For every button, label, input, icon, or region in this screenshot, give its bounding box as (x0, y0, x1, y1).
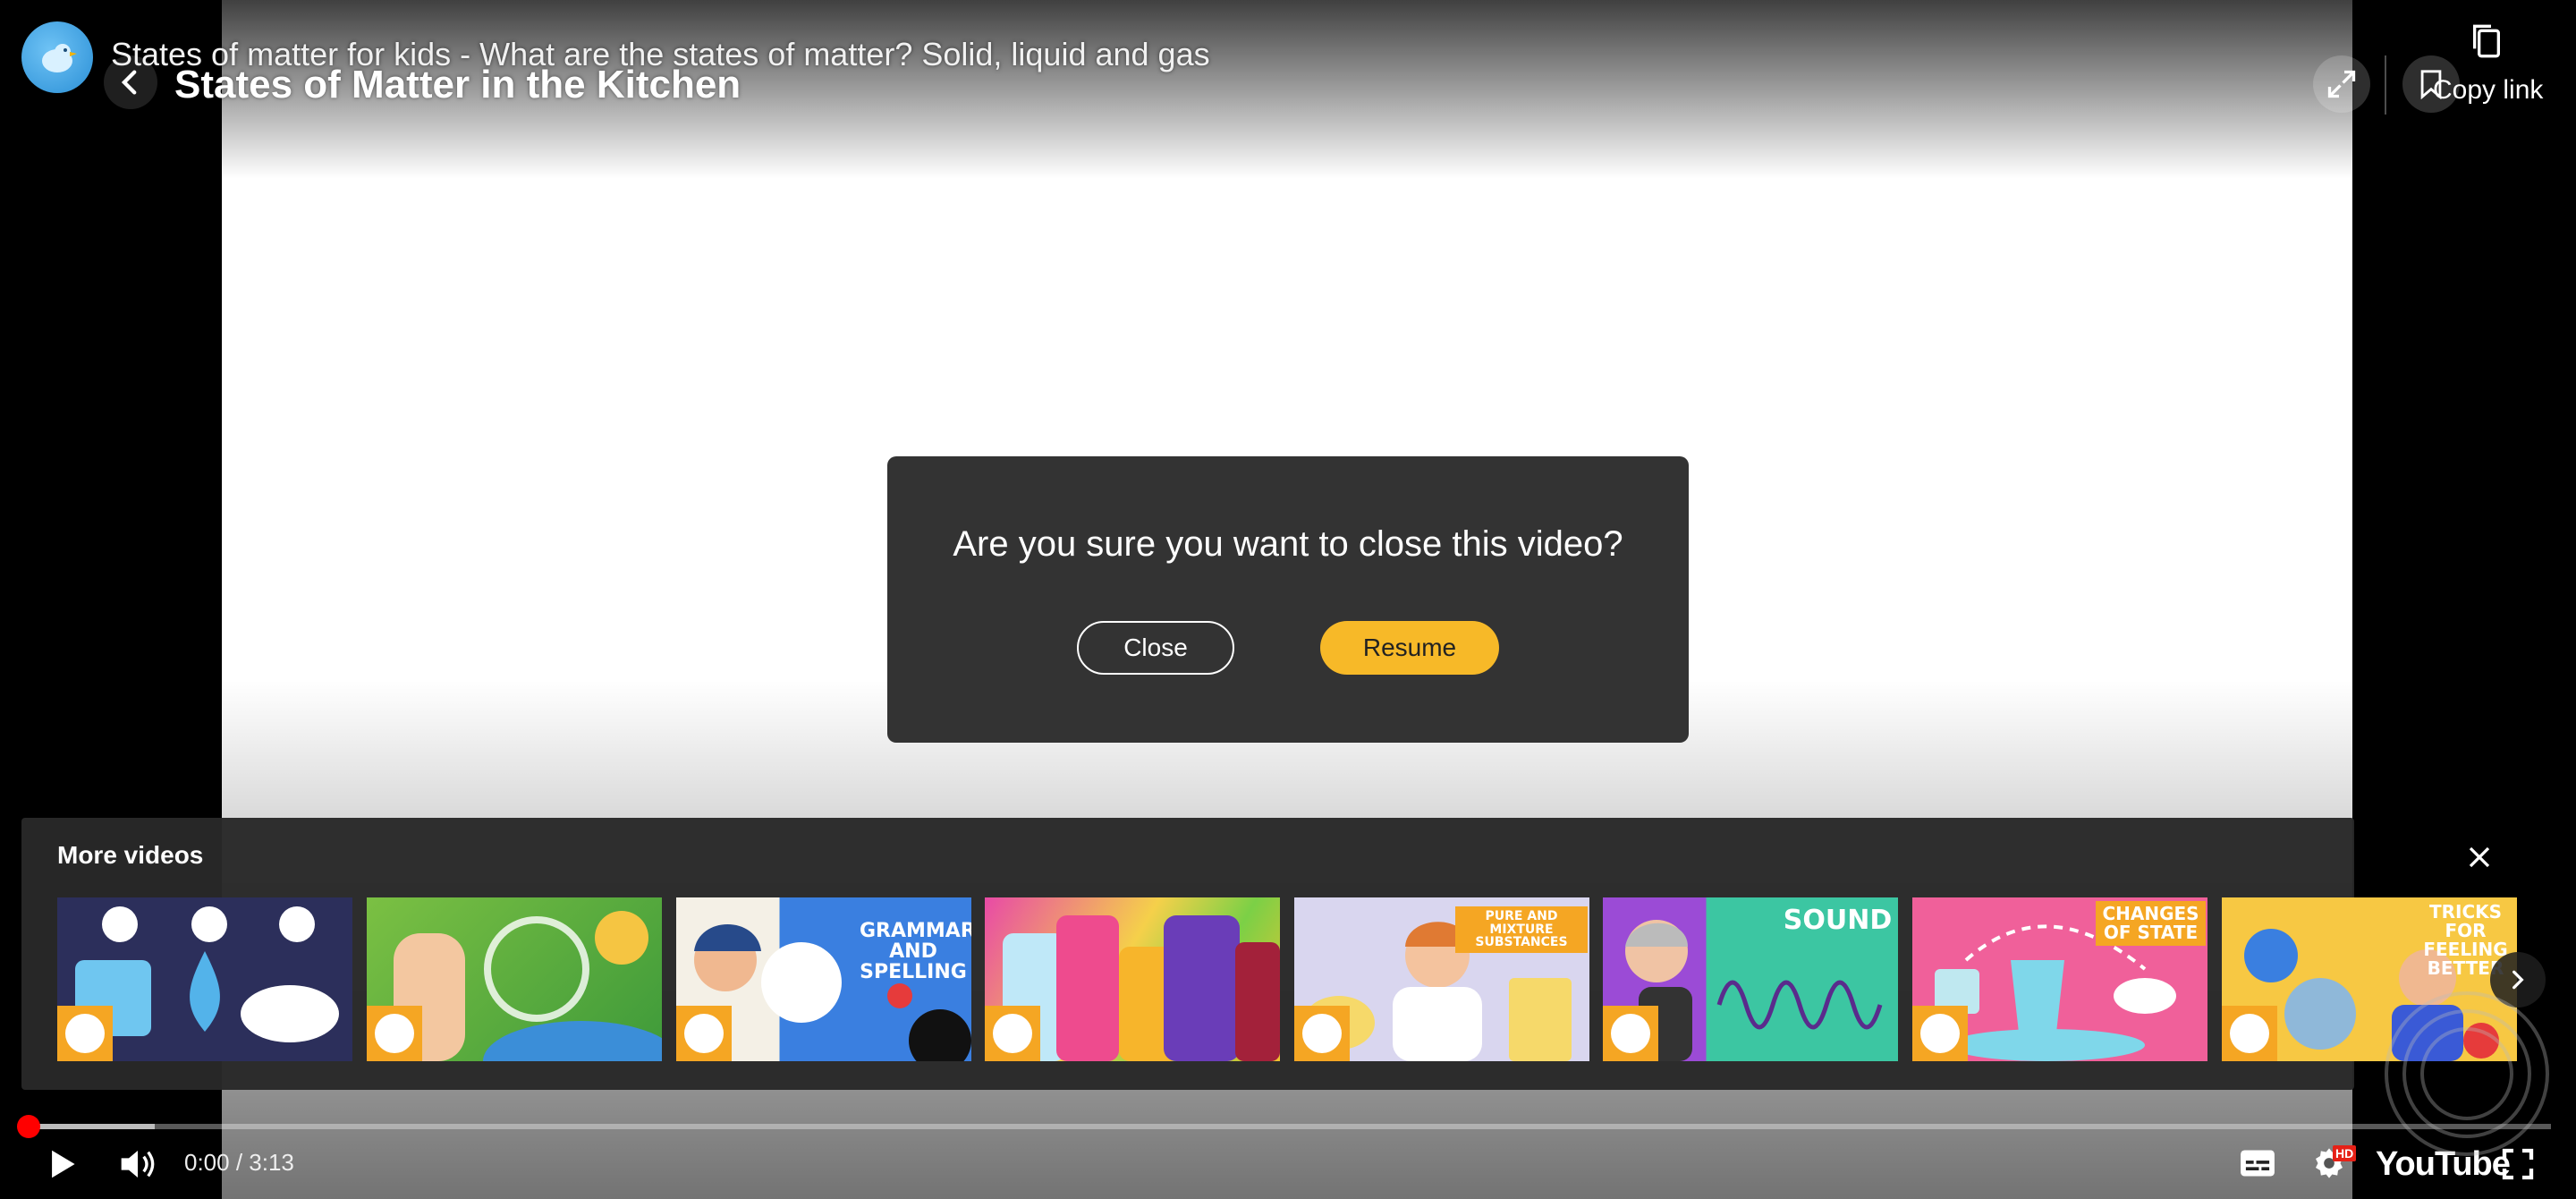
video-thumbnail-grammar-and-spelling[interactable]: GRAMMAR AND SPELLING (676, 897, 971, 1061)
channel-badge (2222, 1006, 2277, 1061)
back-button[interactable] (104, 55, 157, 109)
copy-icon[interactable] (2469, 21, 2504, 65)
video-thumbnail-changes-of-state[interactable]: CHANGES OF STATE (1912, 897, 2207, 1061)
hd-badge: HD (2333, 1145, 2357, 1161)
page-title: States of Matter in the Kitchen (174, 63, 741, 106)
volume-icon (121, 1151, 155, 1178)
close-button[interactable]: Close (1077, 621, 1234, 675)
close-icon (2469, 846, 2490, 868)
expand-button[interactable] (2313, 55, 2370, 113)
header-divider (2385, 55, 2386, 115)
thumbnail-text: GRAMMAR AND SPELLING (860, 920, 971, 984)
channel-badge (1912, 1006, 1968, 1061)
copy-link-label[interactable]: Copy link (2433, 75, 2543, 106)
play-button[interactable] (36, 1142, 89, 1186)
more-videos-title: More videos (57, 841, 204, 869)
time-display: 0:00 / 3:13 (184, 1149, 294, 1176)
watermark-logo (2385, 991, 2549, 1156)
volume-button[interactable] (111, 1142, 165, 1186)
progress-bar[interactable] (29, 1124, 2551, 1129)
thumbnail-text: CHANGES OF STATE (2096, 901, 2206, 946)
subtitles-icon (2241, 1150, 2275, 1177)
chevron-left-icon (121, 70, 137, 95)
close-confirm-dialog: Are you sure you want to close this vide… (887, 456, 1689, 743)
play-icon (52, 1150, 75, 1178)
channel-badge (985, 1006, 1040, 1061)
channel-badge (676, 1006, 732, 1061)
video-thumbnail-states-of-matter[interactable] (57, 897, 352, 1061)
bird-icon (42, 44, 77, 72)
channel-badge (1603, 1006, 1658, 1061)
video-thumbnail-characters[interactable] (985, 897, 1280, 1061)
dialog-question: Are you sure you want to close this vide… (953, 524, 1623, 564)
thumbnail-text: PURE AND MIXTURE SUBSTANCES (1455, 906, 1588, 954)
channel-avatar[interactable] (21, 21, 93, 93)
channel-badge (367, 1006, 422, 1061)
progress-scrubber[interactable] (17, 1115, 40, 1138)
buffered-progress (29, 1124, 155, 1129)
video-thumbnail-sound[interactable]: SOUND (1603, 897, 1898, 1061)
video-thumbnail-recycling[interactable] (367, 897, 662, 1061)
subtitles-button[interactable] (2236, 1144, 2279, 1183)
thumbnail-text: SOUND (1783, 905, 1893, 936)
expand-arrows-icon (2327, 70, 2356, 98)
resume-button[interactable]: Resume (1320, 621, 1499, 675)
channel-badge (57, 1006, 113, 1061)
channel-badge (1294, 1006, 1350, 1061)
video-thumbnail-pure-and-mixture-substances[interactable]: PURE AND MIXTURE SUBSTANCES (1294, 897, 1589, 1061)
more-videos-close-button[interactable] (2463, 841, 2496, 873)
